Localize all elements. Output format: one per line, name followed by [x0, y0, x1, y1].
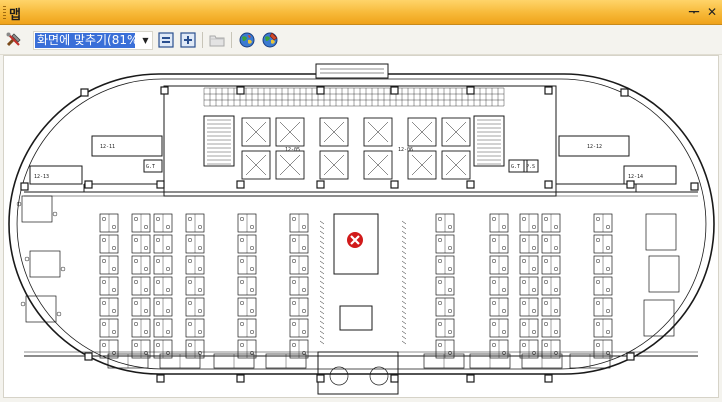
room-label: 12-06 — [398, 147, 413, 153]
room-label: 12-14 — [628, 174, 643, 180]
structural-column — [80, 88, 89, 97]
structural-column — [390, 374, 399, 383]
room-label: G.T — [146, 164, 155, 170]
close-button[interactable]: ✕ — [705, 5, 719, 19]
structural-column — [84, 352, 93, 361]
room-label: 12-13 — [34, 174, 49, 180]
structural-column — [626, 352, 635, 361]
lounge-table — [369, 366, 389, 386]
structural-column — [236, 86, 245, 95]
pin-button[interactable]: ᅮ — [687, 5, 701, 19]
room-label: 12-12 — [587, 144, 602, 150]
structural-column — [316, 86, 325, 95]
structural-column — [156, 374, 165, 383]
meeting-table — [645, 213, 677, 251]
floorplan-canvas[interactable]: 12-11 12-13 12-12 12-14 12-05 12-06 G.T G.T P.S — [3, 55, 719, 398]
lobby — [317, 351, 399, 395]
toolbar-separator — [231, 32, 232, 48]
structural-column — [156, 180, 165, 189]
tools-icon[interactable] — [5, 31, 23, 49]
structural-column — [466, 180, 475, 189]
structural-column — [466, 374, 475, 383]
chevron-down-icon[interactable]: ▼ — [139, 32, 152, 49]
drag-grip[interactable] — [3, 6, 6, 19]
room-label: 12-11 — [100, 144, 115, 150]
window-title: 맵 — [9, 8, 21, 23]
toolbar-separator — [202, 32, 203, 48]
structural-column — [316, 180, 325, 189]
meeting-table — [21, 195, 53, 223]
structural-column — [160, 86, 169, 95]
room-label: G.T — [511, 164, 520, 170]
structural-column — [626, 180, 635, 189]
meeting-table — [648, 255, 680, 293]
structural-column — [544, 180, 553, 189]
globe-edit-icon[interactable] — [261, 31, 279, 49]
room-label: 12-05 — [285, 147, 300, 153]
structural-column — [544, 374, 553, 383]
room-label: P.S — [526, 164, 535, 170]
error-x-icon[interactable] — [347, 232, 363, 248]
map-toolbar: 화면에 맞추기(81%) ▼ — [0, 25, 722, 55]
stair-core — [473, 115, 505, 167]
structural-column — [236, 180, 245, 189]
stair-core — [203, 115, 235, 167]
zoom-in-icon[interactable] — [179, 31, 197, 49]
zoom-select[interactable]: 화면에 맞추기(81%) ▼ — [33, 31, 153, 50]
window-titlebar: 맵 ᅮ ✕ — [0, 0, 722, 25]
structural-column — [390, 86, 399, 95]
globe-icon[interactable] — [238, 31, 256, 49]
zoom-select-value: 화면에 맞추기(81%) — [35, 33, 135, 48]
map-window: 맵 ᅮ ✕ 화면에 맞추기(81%) ▼ 12-11 12-13 12-12 1… — [0, 0, 722, 402]
structural-column — [390, 180, 399, 189]
floorplan-drawing: 12-11 12-13 12-12 12-14 12-05 12-06 G.T G.T P.S — [8, 63, 715, 395]
structural-column — [316, 374, 325, 383]
fit-page-icon[interactable] — [157, 31, 175, 49]
structural-column — [466, 86, 475, 95]
folder-icon[interactable] — [208, 31, 226, 49]
structural-column — [236, 374, 245, 383]
structural-column — [544, 86, 553, 95]
structural-column — [690, 182, 699, 191]
structural-column — [620, 88, 629, 97]
center-room — [339, 305, 373, 331]
lounge-table — [329, 366, 349, 386]
structural-column — [20, 182, 29, 191]
meeting-table — [29, 250, 61, 278]
structural-column — [84, 180, 93, 189]
